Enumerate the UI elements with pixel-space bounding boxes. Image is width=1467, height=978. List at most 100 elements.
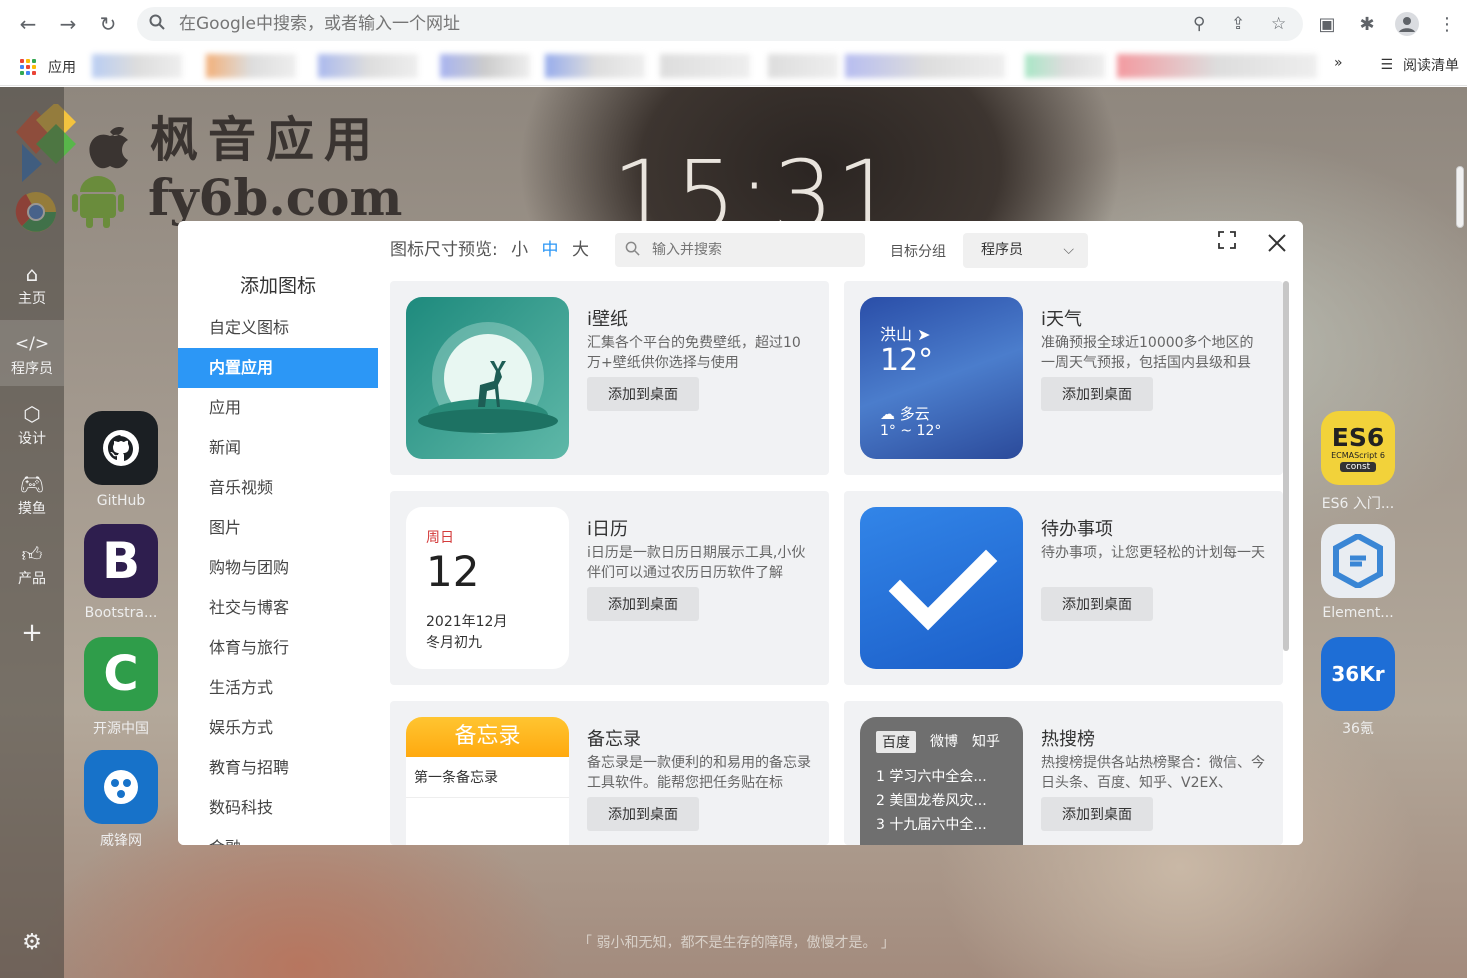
app-card-calendar: 周日 12 2021年12月 冬月初九 i日历 i日历是一款日历日期展示工具,小… xyxy=(390,491,829,685)
category-sidebar: 添加图标 自定义图标 内置应用 应用 新闻 音乐视频 图片 购物与团购 社交与博… xyxy=(178,221,378,845)
app-search[interactable] xyxy=(615,233,865,267)
menu-kebab-icon[interactable]: ⋮ xyxy=(1427,9,1467,39)
search-input[interactable] xyxy=(652,242,852,258)
daily-quote: 「 弱小和无知，都不是生存的障碍，傲慢才是。 」 xyxy=(578,935,895,951)
location-icon[interactable]: ⚲ xyxy=(1193,14,1205,34)
add-to-desktop-button[interactable]: 添加到桌面 xyxy=(1041,377,1153,411)
bookmark-item[interactable] xyxy=(440,54,530,78)
bookmark-star-icon[interactable]: ☆ xyxy=(1271,14,1286,34)
sidebar-item-design[interactable]: ⬡ 设计 xyxy=(0,402,64,448)
memo-item: 第一条备忘录 xyxy=(406,757,569,798)
category-item[interactable]: 应用 xyxy=(178,388,378,428)
category-item[interactable]: 新闻 xyxy=(178,428,378,468)
github-app-icon[interactable] xyxy=(84,411,158,485)
es6-app-icon[interactable]: ES6 ECMAScript 6 const xyxy=(1321,411,1395,485)
weather-widget: 洪山 ➤ 12° ☁ 多云 1° ~ 12° xyxy=(860,297,1023,459)
bookmark-item[interactable] xyxy=(545,54,645,78)
icon-size-preview: 图标尺寸预览: 小 中 大 xyxy=(390,235,589,260)
forward-icon[interactable]: → xyxy=(48,4,88,44)
sidebar-item-label: 摸鱼 xyxy=(18,501,46,517)
bootstrap-app-icon[interactable]: B xyxy=(84,524,158,598)
add-to-desktop-button[interactable]: 添加到桌面 xyxy=(1041,797,1153,831)
sidebar-item-home[interactable]: ⌂ 主页 xyxy=(0,262,64,308)
bookmark-item[interactable] xyxy=(1117,54,1317,78)
size-large-option[interactable]: 大 xyxy=(572,240,589,260)
add-to-desktop-button[interactable]: 添加到桌面 xyxy=(587,377,699,411)
share-icon[interactable]: ⇪ xyxy=(1231,14,1245,34)
memo-header: 备忘录 xyxy=(406,717,569,757)
add-to-desktop-button[interactable]: 添加到桌面 xyxy=(1041,587,1153,621)
category-item[interactable]: 金融 xyxy=(178,828,378,845)
back-icon[interactable]: ← xyxy=(8,4,48,44)
bookmark-item[interactable] xyxy=(318,54,418,78)
36kr-app-icon[interactable]: 36Kr xyxy=(1321,637,1395,711)
hot-tab[interactable]: 知乎 xyxy=(972,731,1000,753)
target-group-label: 目标分组 xyxy=(890,244,946,260)
bookmark-item[interactable] xyxy=(768,54,838,78)
category-item[interactable]: 体育与旅行 xyxy=(178,628,378,668)
bookmark-item[interactable] xyxy=(1025,54,1105,78)
tab-search-icon[interactable]: ▣ xyxy=(1307,9,1347,39)
app-description: 备忘录是一款便利的和易用的备忘录工具软件。能帮您把任务贴在标 xyxy=(587,755,811,791)
thumb-icon: 👍︎ xyxy=(21,542,43,566)
hot-item[interactable]: 2 美国龙卷风灾... xyxy=(876,789,987,813)
category-item-active[interactable]: 内置应用 xyxy=(178,348,378,388)
extensions-icon[interactable]: ✱ xyxy=(1347,9,1387,39)
app-title: 备忘录 xyxy=(587,729,641,750)
fullscreen-icon[interactable] xyxy=(1218,231,1236,254)
hot-tab[interactable]: 百度 xyxy=(876,731,916,753)
add-group-button[interactable]: + xyxy=(0,618,64,648)
bookmark-item[interactable] xyxy=(92,54,182,78)
hot-item[interactable]: 1 学习六中全会... xyxy=(876,765,987,789)
sidebar-item-programmer[interactable]: </> 程序员 xyxy=(0,320,64,386)
reading-list-button[interactable]: ☰ 阅读清单 xyxy=(1380,55,1459,75)
category-item[interactable]: 自定义图标 xyxy=(178,308,378,348)
category-item[interactable]: 数码科技 xyxy=(178,788,378,828)
category-item[interactable]: 娱乐方式 xyxy=(178,708,378,748)
element-app-icon[interactable] xyxy=(1321,524,1395,598)
weather-temp: 12° xyxy=(880,343,934,378)
reload-icon[interactable]: ↻ xyxy=(88,4,128,44)
category-item[interactable]: 音乐视频 xyxy=(178,468,378,508)
size-small-option[interactable]: 小 xyxy=(511,240,528,260)
search-icon xyxy=(625,241,640,260)
bookmarks-overflow-icon[interactable]: » xyxy=(1334,55,1343,71)
bookmark-item[interactable] xyxy=(845,54,1005,78)
apps-grid-icon[interactable] xyxy=(20,58,36,75)
sidebar-item-slack[interactable]: 🎮︎ 摸鱼 xyxy=(0,472,64,518)
hot-search-widget: 百度 微博 知乎 1 学习六中全会... 2 美国龙卷风灾... 3 十九届六中… xyxy=(860,717,1023,845)
size-medium-option[interactable]: 中 xyxy=(542,240,559,260)
category-item[interactable]: 购物与团购 xyxy=(178,548,378,588)
page-scrollbar[interactable] xyxy=(1456,166,1464,228)
code-icon: </> xyxy=(14,334,50,354)
bookmark-item[interactable] xyxy=(206,54,296,78)
settings-gear-icon[interactable]: ⚙ xyxy=(0,930,64,955)
sidebar-item-product[interactable]: 👍︎ 产品 xyxy=(0,542,64,588)
feng-app-icon[interactable] xyxy=(84,750,158,824)
reading-list-label: 阅读清单 xyxy=(1403,58,1459,74)
weather-city: 洪山 ➤ xyxy=(880,325,931,344)
bookmark-apps-label[interactable]: 应用 xyxy=(48,57,76,77)
hot-list: 1 学习六中全会... 2 美国龙卷风灾... 3 十九届六中全... xyxy=(876,765,987,837)
add-to-desktop-button[interactable]: 添加到桌面 xyxy=(587,587,699,621)
close-icon[interactable] xyxy=(1267,225,1287,260)
omnibox-input[interactable] xyxy=(179,14,1159,34)
hot-item[interactable]: 3 十九届六中全... xyxy=(876,813,987,837)
watermark-title: 枫音应用 xyxy=(150,112,383,168)
target-group-select[interactable]: 程序员 ⌵ xyxy=(963,233,1088,268)
es6-const-badge: const xyxy=(1339,461,1377,472)
category-item[interactable]: 生活方式 xyxy=(178,668,378,708)
profile-avatar-icon[interactable] xyxy=(1387,9,1427,39)
feng-label: 威锋网 xyxy=(100,833,142,849)
oschina-app-icon[interactable]: C xyxy=(84,637,158,711)
category-item[interactable]: 社交与博客 xyxy=(178,588,378,628)
cloud-icon: ☁ xyxy=(880,405,895,423)
category-item[interactable]: 图片 xyxy=(178,508,378,548)
catalog-scrollbar[interactable] xyxy=(1283,281,1289,651)
bookmark-item[interactable] xyxy=(660,54,750,78)
address-bar[interactable]: ⚲ ⇪ ☆ xyxy=(137,7,1303,41)
add-to-desktop-button[interactable]: 添加到桌面 xyxy=(587,797,699,831)
app-sidebar xyxy=(0,87,64,978)
hot-tab[interactable]: 微博 xyxy=(930,731,958,753)
category-item[interactable]: 教育与招聘 xyxy=(178,748,378,788)
